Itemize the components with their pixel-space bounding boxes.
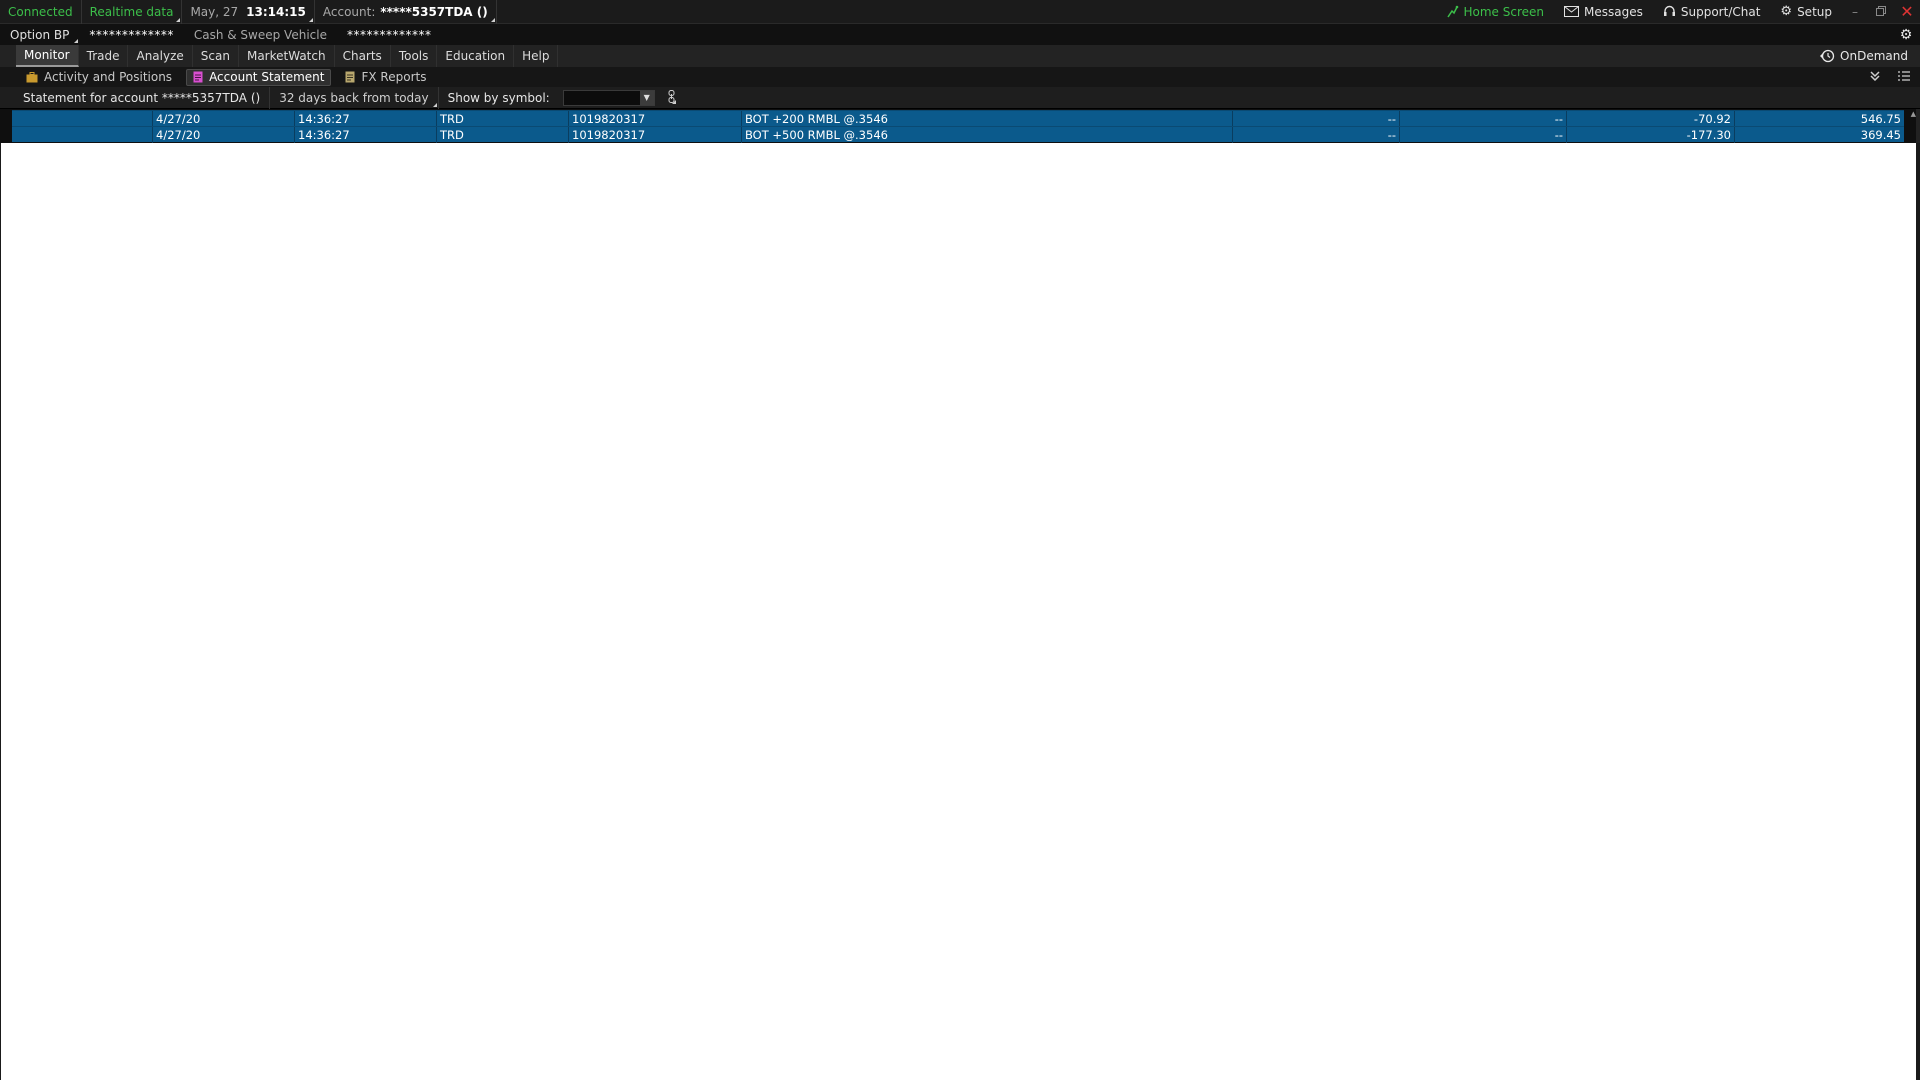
setup-label: Setup [1797,4,1832,19]
table-cell-ref: 1019820317 [569,111,742,127]
tab-label: FX Reports [361,70,427,84]
symbol-select[interactable]: ▼ [562,89,655,106]
content-area [0,143,1920,1080]
menu-education[interactable]: Education [437,45,515,67]
ondemand-label: OnDemand [1840,49,1908,63]
menu-charts[interactable]: Charts [335,45,391,67]
home-screen-label: Home Screen [1463,4,1545,19]
headset-icon [1663,5,1676,18]
messages-button[interactable]: Messages [1554,0,1653,24]
show-by-symbol-label: Show by symbol: [447,90,550,105]
menu-monitor[interactable]: Monitor [16,45,79,67]
menu-help[interactable]: Help [514,45,559,67]
table-cell-time: 14:36:27 [295,127,437,143]
support-chat-label: Support/Chat [1680,4,1761,19]
list-icon [1898,71,1910,81]
restore-icon [1876,5,1886,19]
status-bar-actions: Home Screen Messages Support/Chat ⚙ Setu… [1436,0,1920,24]
info-bar-settings-button[interactable]: ⚙ [1892,24,1920,45]
option-bp-value: ************* [89,27,174,42]
table-cell-date: 4/27/20 [153,111,295,127]
menu-analyze[interactable]: Analyze [128,45,193,67]
cash-sweep-value: ************* [346,27,432,42]
app-window: Connected Realtime data May, 27 13:14:15… [0,0,1920,1080]
collapse-down-button[interactable] [1870,70,1880,84]
restore-button[interactable] [1868,0,1894,24]
minimize-button[interactable]: – [1842,0,1868,24]
table-cell-amount: -177.30 [1567,127,1735,143]
statement-table: 4/27/20 14:36:27 TRD 1019820317 BOT +200… [0,109,1920,143]
home-screen-icon [1446,5,1459,18]
sub-tabs-tools [1870,70,1920,84]
table-cell: -- [1400,127,1567,143]
close-button[interactable]: ✕ [1894,0,1920,24]
datetime-display: May, 27 13:14:15 [182,0,315,24]
ondemand-icon [1819,49,1835,63]
option-bp-label: Option BP [10,27,70,42]
support-chat-button[interactable]: Support/Chat [1653,0,1771,24]
table-cell-description: BOT +500 RMBL @.3546 [742,127,1233,143]
ondemand-button[interactable]: OnDemand [1819,49,1920,63]
tab-label: Activity and Positions [44,70,173,84]
table-cell-description: BOT +200 RMBL @.3546 [742,111,1233,127]
close-icon: ✕ [1900,2,1914,21]
chevron-down-icon: ▼ [639,90,654,105]
date-text: May, 27 [190,4,239,19]
statement-toolbar: Statement for account *****5357TDA () 32… [0,86,1920,109]
table-row[interactable]: 4/27/20 14:36:27 TRD 1019820317 BOT +200… [12,110,1904,127]
time-text: 13:14:15 [246,4,306,19]
table-cell-balance: 546.75 [1860,112,1901,126]
envelope-icon [1564,6,1580,17]
account-info-bar: Option BP ************* Cash & Sweep Veh… [0,24,1920,45]
table-cell-time: 14:36:27 [295,111,437,127]
main-menu-bar: Monitor Trade Analyze Scan MarketWatch C… [0,45,1920,67]
report-icon [345,71,355,83]
menu-marketwatch[interactable]: MarketWatch [239,45,335,67]
account-selector[interactable]: Account: *****5357TDA () [315,0,497,24]
tab-account-statement[interactable]: Account Statement [186,68,332,86]
gear-icon: ⚙ [1899,26,1913,43]
table-cell: -- [1233,111,1400,127]
tab-activity-and-positions[interactable]: Activity and Positions [20,69,178,86]
account-label: Account: [322,4,376,19]
statement-account-label: Statement for account *****5357TDA () [23,90,261,105]
table-row[interactable]: 4/27/20 14:36:27 TRD 1019820317 BOT +500… [12,126,1904,143]
period-selector[interactable]: 32 days back from today [269,86,439,109]
home-screen-button[interactable]: Home Screen [1436,0,1555,24]
menu-tools[interactable]: Tools [391,45,438,67]
option-bp-selector[interactable]: Option BP [0,24,79,45]
gear-icon: ⚙ [1780,4,1793,19]
briefcase-icon [26,71,38,83]
table-cell-amount: -70.92 [1567,111,1735,127]
table-cell-type: TRD [437,127,569,143]
symbol-link-button[interactable] [667,89,677,106]
monitor-sub-tabs: Activity and Positions Account Statement… [0,67,1920,87]
statement-icon [193,71,203,83]
account-value: *****5357TDA () [380,4,488,19]
double-chevron-down-icon [1870,71,1880,82]
setup-button[interactable]: ⚙ Setup [1770,0,1842,24]
table-cell [12,111,153,127]
table-cell-ref: 1019820317 [569,127,742,143]
messages-label: Messages [1584,4,1643,19]
realtime-data-status[interactable]: Realtime data [82,0,183,24]
menu-scan[interactable]: Scan [193,45,239,67]
layout-menu-button[interactable] [1898,70,1910,84]
table-cell: -- [1233,127,1400,143]
tab-label: Account Statement [209,70,325,84]
table-cell-type: TRD [437,111,569,127]
connection-status: Connected [0,0,82,24]
table-cell-balance: 369.45 [1860,128,1901,142]
status-bar: Connected Realtime data May, 27 13:14:15… [0,0,1920,24]
tab-fx-reports[interactable]: FX Reports [339,69,432,86]
cash-sweep-label: Cash & Sweep Vehicle [193,27,327,42]
table-cell: -- [1400,111,1567,127]
menu-trade[interactable]: Trade [79,45,129,67]
chain-link-icon [668,89,675,106]
table-cell [12,127,153,143]
table-cell-date: 4/27/20 [153,127,295,143]
minimize-icon: – [1852,4,1858,19]
